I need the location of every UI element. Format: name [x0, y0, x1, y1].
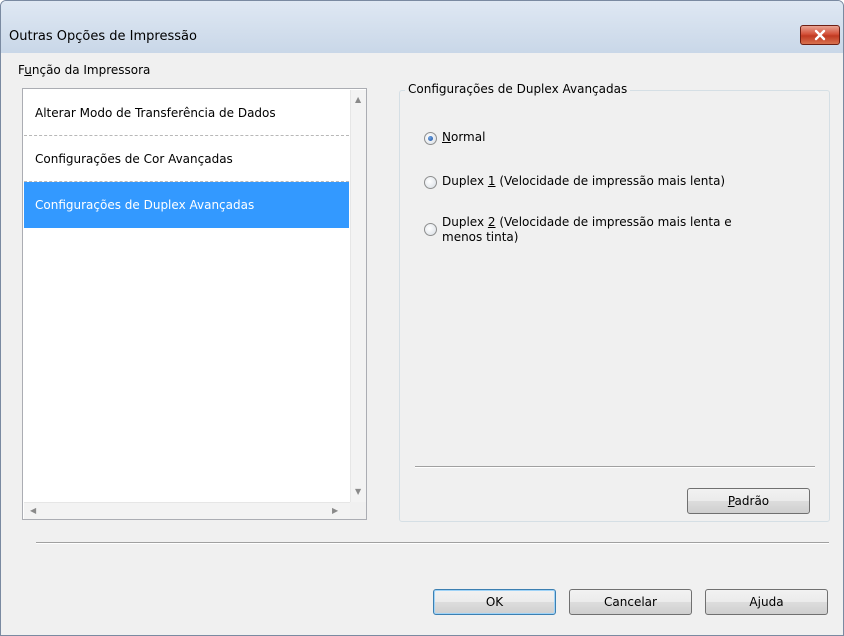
list-item-duplex-settings[interactable]: Configurações de Duplex Avançadas: [24, 182, 349, 228]
help-button[interactable]: Ajuda: [705, 589, 828, 615]
scroll-up-arrow-icon[interactable]: ▲: [355, 96, 361, 104]
label-part: menos tinta): [442, 230, 519, 244]
list-item-label: Alterar Modo de Transferência de Dados: [35, 106, 276, 120]
title-bar[interactable]: Outras Opções de Impressão: [1, 1, 843, 53]
list-item-transfer-mode[interactable]: Alterar Modo de Transferência de Dados: [24, 90, 349, 136]
label-part: (Velocidade de impressão mais lenta e: [495, 215, 732, 229]
duplex-group-title: Configurações de Duplex Avançadas: [405, 82, 631, 96]
cancel-button[interactable]: Cancelar: [569, 589, 692, 615]
vertical-scrollbar[interactable]: ▲ ▼: [350, 90, 366, 502]
label-part: A: [749, 595, 758, 609]
ok-button[interactable]: OK: [433, 589, 556, 615]
label-part: nção da Impressora: [31, 63, 151, 77]
scroll-right-arrow-icon[interactable]: ▶: [332, 507, 338, 515]
radio-checked-icon[interactable]: [424, 132, 437, 145]
duplex-settings-group: [399, 90, 830, 522]
printer-function-label: Função da Impressora: [18, 63, 150, 77]
label-accel: N: [442, 130, 451, 144]
label-part: (Velocidade de impressão mais lenta): [495, 174, 726, 188]
label-part: adrão: [734, 494, 770, 508]
radio-unchecked-icon[interactable]: [424, 223, 437, 236]
scroll-left-arrow-icon[interactable]: ◀: [30, 507, 36, 515]
list-item-label: Configurações de Duplex Avançadas: [35, 198, 255, 212]
radio-duplex-2-label: Duplex 2 (Velocidade de impressão mais l…: [442, 215, 732, 245]
label-part: ormal: [450, 130, 486, 144]
horizontal-scrollbar[interactable]: ◀ ▶: [24, 502, 350, 519]
bottom-separator: [36, 542, 829, 544]
label-accel: P: [727, 494, 735, 508]
group-separator: [415, 466, 815, 468]
close-button[interactable]: [800, 25, 840, 45]
label-accel: 2: [487, 215, 496, 229]
list-item-color-settings[interactable]: Configurações de Cor Avançadas: [24, 136, 349, 182]
label-part: Duplex: [442, 174, 488, 188]
label-accel: 1: [487, 174, 496, 188]
close-icon: [814, 29, 826, 41]
radio-normal-label: Normal: [442, 130, 485, 145]
function-list[interactable]: Alterar Modo de Transferência de Dados C…: [22, 88, 367, 520]
radio-duplex-1-label: Duplex 1 (Velocidade de impressão mais l…: [442, 174, 725, 189]
list-item-label: Configurações de Cor Avançadas: [35, 152, 233, 166]
label-accel: u: [24, 63, 32, 77]
window-title: Outras Opções de Impressão: [9, 29, 197, 44]
scrollbar-corner: [350, 502, 366, 519]
label-part: Duplex: [442, 215, 488, 229]
scroll-down-arrow-icon[interactable]: ▼: [355, 488, 361, 496]
label-part: uda: [760, 595, 784, 609]
radio-unchecked-icon[interactable]: [424, 176, 437, 189]
default-button[interactable]: Padrão: [687, 488, 810, 514]
